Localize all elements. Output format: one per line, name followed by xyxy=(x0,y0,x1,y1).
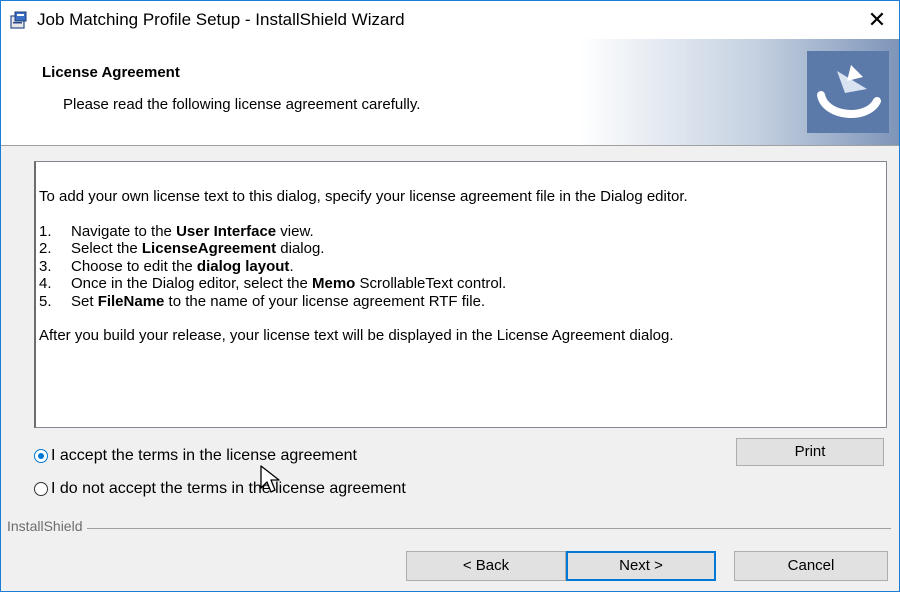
step-text: dialog. xyxy=(276,240,325,257)
window-title: Job Matching Profile Setup - InstallShie… xyxy=(37,10,405,29)
page-title: License Agreement xyxy=(42,64,180,81)
page-subtitle: Please read the following license agreem… xyxy=(63,96,421,113)
list-item: 5. Set FileName to the name of your lice… xyxy=(39,293,880,311)
step-number: 3. xyxy=(39,257,52,275)
step-number: 5. xyxy=(39,292,52,310)
step-bold: LicenseAgreement xyxy=(141,240,277,257)
license-intro: To add your own license text to this dia… xyxy=(39,188,688,205)
step-text: view. xyxy=(276,222,314,240)
list-item: 4. Once in the Dialog editor, select the… xyxy=(39,275,880,293)
step-text: Choose to edit the xyxy=(71,257,197,275)
back-button[interactable]: < Back xyxy=(406,551,566,581)
installer-box-icon xyxy=(10,11,27,29)
step-number: 2. xyxy=(39,240,52,257)
step-bold: User Interface xyxy=(176,222,277,240)
close-icon: ✕ xyxy=(867,7,887,32)
print-button[interactable]: Print xyxy=(736,438,884,466)
decline-radio-option[interactable]: I do not accept the terms in the license… xyxy=(34,480,406,498)
accept-radio-button[interactable] xyxy=(34,449,48,463)
decline-radio-label[interactable]: I do not accept the terms in the license… xyxy=(51,480,406,498)
step-bold: FileName xyxy=(97,292,165,310)
close-button[interactable]: ✕ xyxy=(855,1,899,39)
footer-divider xyxy=(7,528,891,529)
list-item: 3. Choose to edit the dialog layout. xyxy=(39,258,880,276)
step-text: Once in the Dialog editor, select the xyxy=(71,275,312,292)
mouse-pointer-icon xyxy=(260,465,280,493)
accept-radio-label[interactable]: I accept the terms in the license agreem… xyxy=(51,447,357,465)
step-text: to the name of your license agreement RT… xyxy=(164,292,486,310)
step-bold: Memo xyxy=(311,275,356,292)
step-text: Navigate to the xyxy=(71,222,177,240)
decline-radio-button[interactable] xyxy=(34,482,48,496)
license-text-box[interactable]: To add your own license text to this dia… xyxy=(34,161,887,428)
list-item: 1. Navigate to the User Interface view. xyxy=(39,223,880,241)
title-bar[interactable]: Job Matching Profile Setup - InstallShie… xyxy=(1,1,899,39)
header-banner: License Agreement Please read the follow… xyxy=(1,39,899,146)
installshield-brand-label: InstallShield xyxy=(7,518,87,534)
list-item: 2. Select the LicenseAgreement dialog. xyxy=(39,240,880,258)
step-number: 1. xyxy=(39,222,52,240)
installshield-wizard-window: Job Matching Profile Setup - InstallShie… xyxy=(0,0,900,592)
license-text: To add your own license text to this dia… xyxy=(39,188,880,345)
step-bold: dialog layout xyxy=(196,257,290,275)
step-number: 4. xyxy=(39,275,52,292)
step-text: ScrollableText control. xyxy=(355,275,507,292)
accept-radio-option[interactable]: I accept the terms in the license agreem… xyxy=(34,447,357,465)
next-button[interactable]: Next > xyxy=(566,551,716,581)
installshield-logo-icon xyxy=(807,51,889,133)
step-text: . xyxy=(289,257,294,275)
license-outro: After you build your release, your licen… xyxy=(39,327,674,344)
cancel-button[interactable]: Cancel xyxy=(734,551,888,581)
step-text: Select the xyxy=(71,240,142,257)
step-text: Set xyxy=(71,292,98,310)
